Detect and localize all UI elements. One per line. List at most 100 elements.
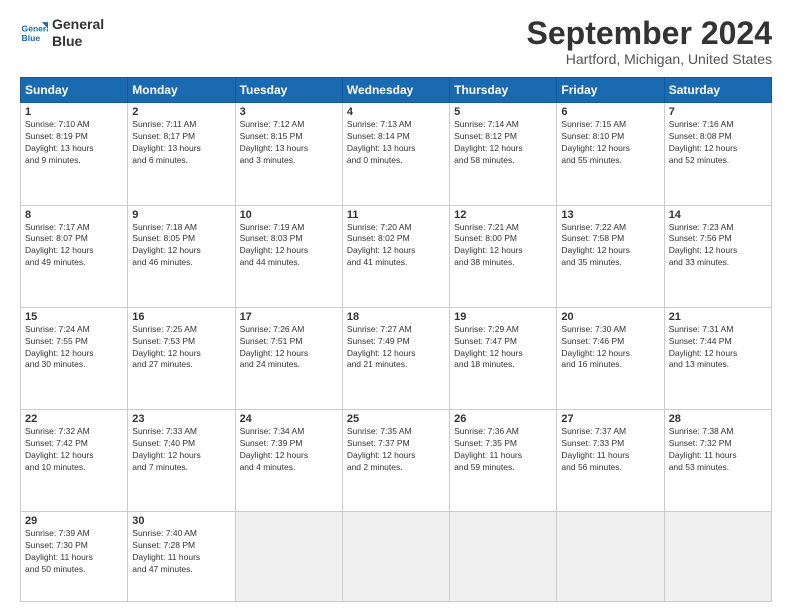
calendar-cell (235, 512, 342, 602)
calendar-cell: 17Sunrise: 7:26 AM Sunset: 7:51 PM Dayli… (235, 307, 342, 409)
day-info: Sunrise: 7:20 AM Sunset: 8:02 PM Dayligh… (347, 222, 445, 270)
svg-text:General: General (22, 23, 48, 33)
calendar-cell: 5Sunrise: 7:14 AM Sunset: 8:12 PM Daylig… (450, 103, 557, 205)
calendar-cell: 30Sunrise: 7:40 AM Sunset: 7:28 PM Dayli… (128, 512, 235, 602)
day-info: Sunrise: 7:26 AM Sunset: 7:51 PM Dayligh… (240, 324, 338, 372)
svg-text:Blue: Blue (22, 33, 41, 43)
logo-line1: General (52, 16, 104, 33)
day-number: 7 (669, 106, 767, 118)
day-number: 28 (669, 413, 767, 425)
calendar-cell (342, 512, 449, 602)
day-info: Sunrise: 7:37 AM Sunset: 7:33 PM Dayligh… (561, 426, 659, 474)
calendar-cell: 2Sunrise: 7:11 AM Sunset: 8:17 PM Daylig… (128, 103, 235, 205)
day-info: Sunrise: 7:34 AM Sunset: 7:39 PM Dayligh… (240, 426, 338, 474)
day-info: Sunrise: 7:30 AM Sunset: 7:46 PM Dayligh… (561, 324, 659, 372)
day-number: 1 (25, 106, 123, 118)
day-number: 3 (240, 106, 338, 118)
weekday-header: Wednesday (342, 78, 449, 103)
day-info: Sunrise: 7:25 AM Sunset: 7:53 PM Dayligh… (132, 324, 230, 372)
day-info: Sunrise: 7:33 AM Sunset: 7:40 PM Dayligh… (132, 426, 230, 474)
day-number: 10 (240, 209, 338, 221)
weekday-header-row: SundayMondayTuesdayWednesdayThursdayFrid… (21, 78, 772, 103)
calendar-cell: 4Sunrise: 7:13 AM Sunset: 8:14 PM Daylig… (342, 103, 449, 205)
logo-line2: Blue (52, 33, 104, 50)
day-number: 18 (347, 311, 445, 323)
calendar-cell: 8Sunrise: 7:17 AM Sunset: 8:07 PM Daylig… (21, 205, 128, 307)
day-number: 22 (25, 413, 123, 425)
calendar-cell: 19Sunrise: 7:29 AM Sunset: 7:47 PM Dayli… (450, 307, 557, 409)
calendar-week-row: 1Sunrise: 7:10 AM Sunset: 8:19 PM Daylig… (21, 103, 772, 205)
calendar-cell: 21Sunrise: 7:31 AM Sunset: 7:44 PM Dayli… (664, 307, 771, 409)
day-info: Sunrise: 7:10 AM Sunset: 8:19 PM Dayligh… (25, 119, 123, 167)
location: Hartford, Michigan, United States (527, 51, 772, 67)
header: General Blue General Blue September 2024… (20, 16, 772, 67)
calendar-cell: 24Sunrise: 7:34 AM Sunset: 7:39 PM Dayli… (235, 410, 342, 512)
calendar-cell (664, 512, 771, 602)
day-info: Sunrise: 7:39 AM Sunset: 7:30 PM Dayligh… (25, 528, 123, 576)
day-info: Sunrise: 7:19 AM Sunset: 8:03 PM Dayligh… (240, 222, 338, 270)
calendar-table: SundayMondayTuesdayWednesdayThursdayFrid… (20, 77, 772, 602)
day-info: Sunrise: 7:23 AM Sunset: 7:56 PM Dayligh… (669, 222, 767, 270)
day-number: 21 (669, 311, 767, 323)
calendar-cell: 12Sunrise: 7:21 AM Sunset: 8:00 PM Dayli… (450, 205, 557, 307)
day-number: 12 (454, 209, 552, 221)
day-number: 11 (347, 209, 445, 221)
day-number: 29 (25, 515, 123, 527)
calendar-cell: 29Sunrise: 7:39 AM Sunset: 7:30 PM Dayli… (21, 512, 128, 602)
day-info: Sunrise: 7:27 AM Sunset: 7:49 PM Dayligh… (347, 324, 445, 372)
day-info: Sunrise: 7:11 AM Sunset: 8:17 PM Dayligh… (132, 119, 230, 167)
day-number: 4 (347, 106, 445, 118)
day-info: Sunrise: 7:14 AM Sunset: 8:12 PM Dayligh… (454, 119, 552, 167)
day-info: Sunrise: 7:38 AM Sunset: 7:32 PM Dayligh… (669, 426, 767, 474)
weekday-header: Saturday (664, 78, 771, 103)
day-info: Sunrise: 7:13 AM Sunset: 8:14 PM Dayligh… (347, 119, 445, 167)
day-number: 25 (347, 413, 445, 425)
calendar-cell: 27Sunrise: 7:37 AM Sunset: 7:33 PM Dayli… (557, 410, 664, 512)
day-number: 13 (561, 209, 659, 221)
weekday-header: Thursday (450, 78, 557, 103)
calendar-cell: 14Sunrise: 7:23 AM Sunset: 7:56 PM Dayli… (664, 205, 771, 307)
calendar-cell: 20Sunrise: 7:30 AM Sunset: 7:46 PM Dayli… (557, 307, 664, 409)
day-number: 15 (25, 311, 123, 323)
day-number: 14 (669, 209, 767, 221)
calendar-cell (557, 512, 664, 602)
calendar-body: 1Sunrise: 7:10 AM Sunset: 8:19 PM Daylig… (21, 103, 772, 602)
day-info: Sunrise: 7:31 AM Sunset: 7:44 PM Dayligh… (669, 324, 767, 372)
calendar-cell: 22Sunrise: 7:32 AM Sunset: 7:42 PM Dayli… (21, 410, 128, 512)
calendar-cell: 9Sunrise: 7:18 AM Sunset: 8:05 PM Daylig… (128, 205, 235, 307)
month-title: September 2024 (527, 16, 772, 51)
calendar-cell: 6Sunrise: 7:15 AM Sunset: 8:10 PM Daylig… (557, 103, 664, 205)
day-number: 24 (240, 413, 338, 425)
calendar-cell: 10Sunrise: 7:19 AM Sunset: 8:03 PM Dayli… (235, 205, 342, 307)
weekday-header: Sunday (21, 78, 128, 103)
day-number: 16 (132, 311, 230, 323)
day-number: 30 (132, 515, 230, 527)
day-info: Sunrise: 7:12 AM Sunset: 8:15 PM Dayligh… (240, 119, 338, 167)
logo: General Blue General Blue (20, 16, 104, 50)
calendar-week-row: 15Sunrise: 7:24 AM Sunset: 7:55 PM Dayli… (21, 307, 772, 409)
calendar-cell: 18Sunrise: 7:27 AM Sunset: 7:49 PM Dayli… (342, 307, 449, 409)
day-number: 6 (561, 106, 659, 118)
calendar-cell (450, 512, 557, 602)
calendar-cell: 3Sunrise: 7:12 AM Sunset: 8:15 PM Daylig… (235, 103, 342, 205)
title-block: September 2024 Hartford, Michigan, Unite… (527, 16, 772, 67)
day-info: Sunrise: 7:22 AM Sunset: 7:58 PM Dayligh… (561, 222, 659, 270)
day-number: 19 (454, 311, 552, 323)
calendar-cell: 25Sunrise: 7:35 AM Sunset: 7:37 PM Dayli… (342, 410, 449, 512)
weekday-header: Monday (128, 78, 235, 103)
weekday-header: Friday (557, 78, 664, 103)
calendar-cell: 13Sunrise: 7:22 AM Sunset: 7:58 PM Dayli… (557, 205, 664, 307)
day-number: 17 (240, 311, 338, 323)
calendar-cell: 1Sunrise: 7:10 AM Sunset: 8:19 PM Daylig… (21, 103, 128, 205)
day-number: 20 (561, 311, 659, 323)
logo-text: General Blue (52, 16, 104, 50)
day-number: 23 (132, 413, 230, 425)
page: General Blue General Blue September 2024… (0, 0, 792, 612)
day-number: 9 (132, 209, 230, 221)
day-info: Sunrise: 7:24 AM Sunset: 7:55 PM Dayligh… (25, 324, 123, 372)
calendar-week-row: 22Sunrise: 7:32 AM Sunset: 7:42 PM Dayli… (21, 410, 772, 512)
calendar-cell: 26Sunrise: 7:36 AM Sunset: 7:35 PM Dayli… (450, 410, 557, 512)
day-info: Sunrise: 7:15 AM Sunset: 8:10 PM Dayligh… (561, 119, 659, 167)
weekday-header: Tuesday (235, 78, 342, 103)
day-number: 5 (454, 106, 552, 118)
